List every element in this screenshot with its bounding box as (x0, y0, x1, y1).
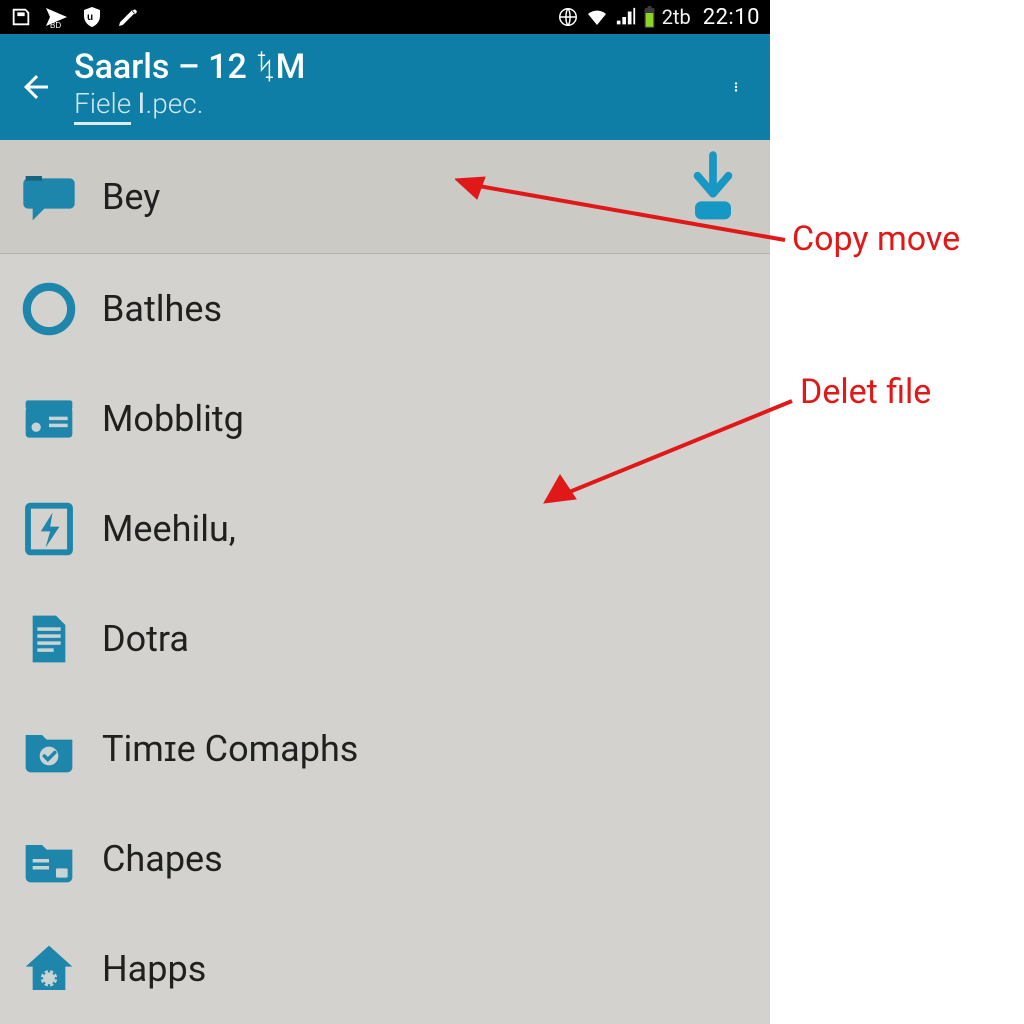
status-left: BD u (10, 5, 140, 29)
list-item[interactable]: Timɪe Comaphs (0, 694, 770, 804)
status-right: 2tb 22:10 (557, 5, 760, 30)
list-item-label: Happs (102, 948, 206, 990)
list-item[interactable]: Dotra (0, 584, 770, 694)
app-bar: Saarls – 12 ᛪM Fieleꓲ.pec. (0, 34, 770, 140)
download-icon[interactable] (686, 150, 740, 222)
document-icon (18, 608, 80, 670)
app-title: Saarls – 12 ᛪM (74, 49, 716, 86)
list-item[interactable]: Bey (0, 140, 770, 254)
list-item-label: Dotra (102, 618, 189, 660)
sms-icon (18, 166, 80, 228)
folder-check-icon (18, 718, 80, 780)
list-item-label: Mobblitg (102, 398, 244, 440)
canvas: BD u (0, 0, 1024, 1024)
status-date: 2tb (662, 5, 691, 29)
battery-icon (643, 5, 656, 29)
app-subtitle: Fieleꓲ.pec. (74, 89, 716, 125)
list-item[interactable]: Batlhes (0, 254, 770, 364)
annotation-delete-file: Delet file (800, 372, 931, 412)
folder-list-icon (18, 828, 80, 890)
pen-icon (116, 5, 140, 29)
list-item[interactable]: Mobblitg (0, 364, 770, 474)
svg-text:BD: BD (50, 21, 61, 29)
list-item-label: Meehilu, (102, 508, 236, 550)
radio-device-icon (18, 388, 80, 450)
wifi-icon (585, 5, 609, 29)
globe-icon (557, 5, 579, 29)
annotation-copy-move: Copy move (792, 219, 960, 259)
home-gear-icon (18, 938, 80, 1000)
phone-screenshot: BD u (0, 0, 770, 1024)
back-button[interactable] (14, 65, 58, 109)
list-item[interactable]: Chapes (0, 804, 770, 914)
overflow-menu-button[interactable] (716, 57, 756, 117)
circle-icon (18, 278, 80, 340)
save-icon (10, 5, 32, 29)
list-item-label: Timɪe Comaphs (102, 728, 358, 770)
list-item-label: Chapes (102, 838, 223, 880)
bd-send-icon: BD (44, 5, 68, 29)
svg-text:u: u (87, 12, 93, 23)
lightning-file-icon (18, 498, 80, 560)
list-item-label: Batlhes (102, 288, 222, 330)
list-item[interactable]: Happs (0, 914, 770, 1024)
file-list: Bey Batlhes Mobblitg Meehilu, (0, 140, 770, 1024)
list-item[interactable]: Meehilu, (0, 474, 770, 584)
list-item-label: Bey (102, 176, 160, 218)
app-titles: Saarls – 12 ᛪM Fieleꓲ.pec. (74, 49, 716, 124)
status-bar: BD u (0, 0, 770, 34)
cell-signal-icon (615, 5, 637, 29)
shield-icon: u (80, 5, 104, 29)
status-time: 22:10 (703, 5, 760, 30)
